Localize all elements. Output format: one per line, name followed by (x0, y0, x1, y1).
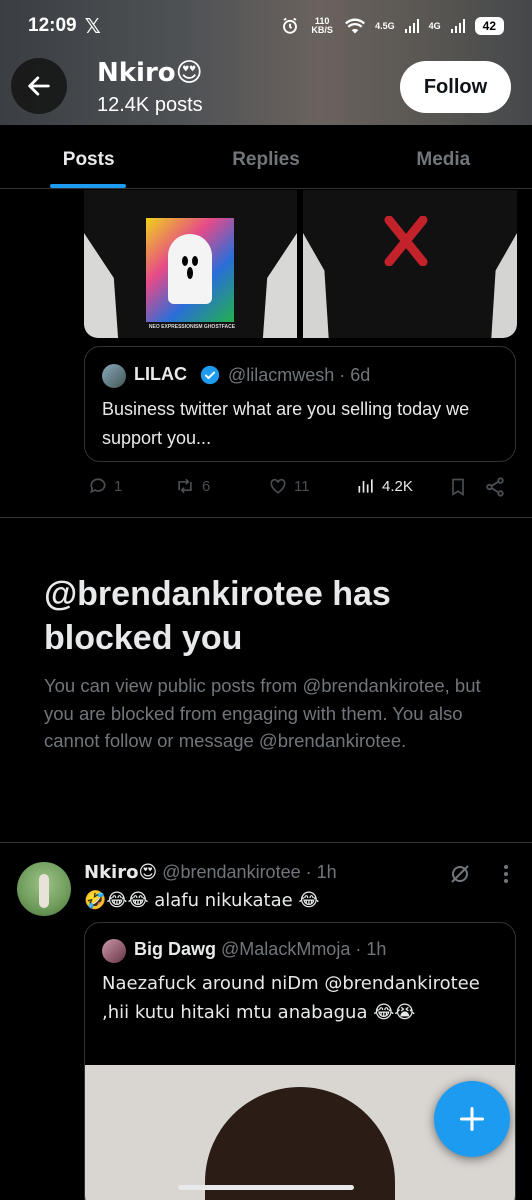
verified-badge-icon (200, 365, 220, 385)
tab-replies-label: Replies (232, 149, 300, 170)
tab-media-label: Media (416, 149, 471, 170)
quoted-author-handle: @lilacmwesh · 6d (228, 365, 371, 385)
status-bar: 12:09 𝕏 110 KB/S 4.5G 4G 42 (0, 0, 532, 52)
network-speed: 110 KB/S (311, 16, 333, 35)
blocked-notice-title: @brendankirotee has blocked you (44, 575, 391, 657)
repost-count: 6 (202, 477, 211, 495)
tab-posts[interactable]: Posts (0, 125, 177, 188)
shirt-print-graphic (146, 218, 234, 322)
post-count: 12.4K posts (97, 94, 203, 116)
post-divider (0, 517, 532, 518)
repost-icon (178, 478, 192, 494)
quoted-post-text: Business twitter what are you selling to… (102, 399, 470, 448)
post-header: Nkiro😍 @brendankirotee · 1h (84, 862, 337, 883)
post-author-name[interactable]: Nkiro😍 (84, 862, 157, 883)
avatar (102, 939, 126, 963)
reply-count: 1 (114, 477, 123, 495)
like-count: 11 (294, 477, 310, 495)
profile-tabs: Posts Replies Media (0, 125, 532, 189)
status-time: 12:09 (28, 15, 77, 36)
repost-button[interactable]: 6 (174, 476, 210, 496)
signal-icon-2 (450, 19, 465, 33)
active-tab-indicator (50, 184, 126, 188)
follow-button[interactable]: Follow (400, 61, 511, 113)
home-indicator[interactable] (178, 1185, 354, 1190)
reply-button[interactable]: 1 (88, 476, 122, 496)
battery-indicator: 42 (474, 17, 504, 35)
quoted-author-name: LILAC (134, 364, 187, 384)
plus-icon (459, 1106, 485, 1132)
share-icon[interactable] (484, 476, 506, 498)
wifi-icon (345, 18, 366, 34)
tab-replies[interactable]: Replies (177, 125, 354, 188)
quoted-author-handle: @MalackMmoja · 1h (221, 939, 387, 959)
tab-media[interactable]: Media (355, 125, 532, 188)
views-count: 4.2K (382, 477, 413, 495)
post-image-x-shirt[interactable] (303, 190, 517, 338)
post-image-ghostface-shirt[interactable]: NEO EXPRESSIONISM GHOSTFACE (84, 190, 297, 338)
signal-1-label: 4.5G (375, 21, 395, 31)
avatar (102, 364, 126, 388)
arrow-left-icon (28, 76, 50, 96)
grok-icon[interactable] (448, 862, 472, 886)
profile-name: Nkiro😍 (97, 58, 203, 88)
quoted-post-header: Big Dawg @MalackMmoja · 1h (134, 939, 386, 960)
alarm-icon (283, 17, 298, 34)
tab-posts-label: Posts (62, 149, 115, 170)
more-options-icon[interactable] (496, 862, 516, 886)
post-divider (0, 842, 532, 843)
like-button[interactable]: 11 (268, 476, 310, 496)
post-author-handle: @brendankirotee · 1h (162, 862, 337, 882)
print-caption: NEO EXPRESSIONISM GHOSTFACE (148, 324, 236, 330)
signal-2-label: 4G (428, 21, 441, 31)
views-button[interactable]: 4.2K (356, 476, 413, 496)
bookmark-icon[interactable] (448, 476, 468, 498)
post-text: 🤣😂😂 alafu nikukatae 😂 (84, 890, 320, 911)
analytics-icon (358, 479, 373, 493)
quoted-post[interactable]: Big Dawg @MalackMmoja · 1h Naezafuck aro… (84, 922, 516, 1200)
x-logo-icon: 𝕏 (84, 15, 101, 38)
heart-icon (270, 478, 286, 494)
quoted-post[interactable]: LILAC @lilacmwesh · 6d Business twitter … (84, 346, 516, 462)
shirt-x-graphic (384, 216, 428, 266)
blocked-notice-description: You can view public posts from @brendank… (44, 675, 481, 751)
avatar[interactable] (17, 862, 71, 916)
compose-post-button[interactable] (434, 1081, 510, 1157)
post-actions: 1 6 11 4.2K (84, 476, 516, 500)
signal-icon (404, 19, 419, 33)
reply-icon (90, 478, 106, 494)
quoted-post-text: Naezafuck around niDm @brendankirotee ,h… (102, 973, 480, 1023)
back-button[interactable] (11, 58, 67, 114)
quoted-author-name: Big Dawg (134, 939, 217, 959)
